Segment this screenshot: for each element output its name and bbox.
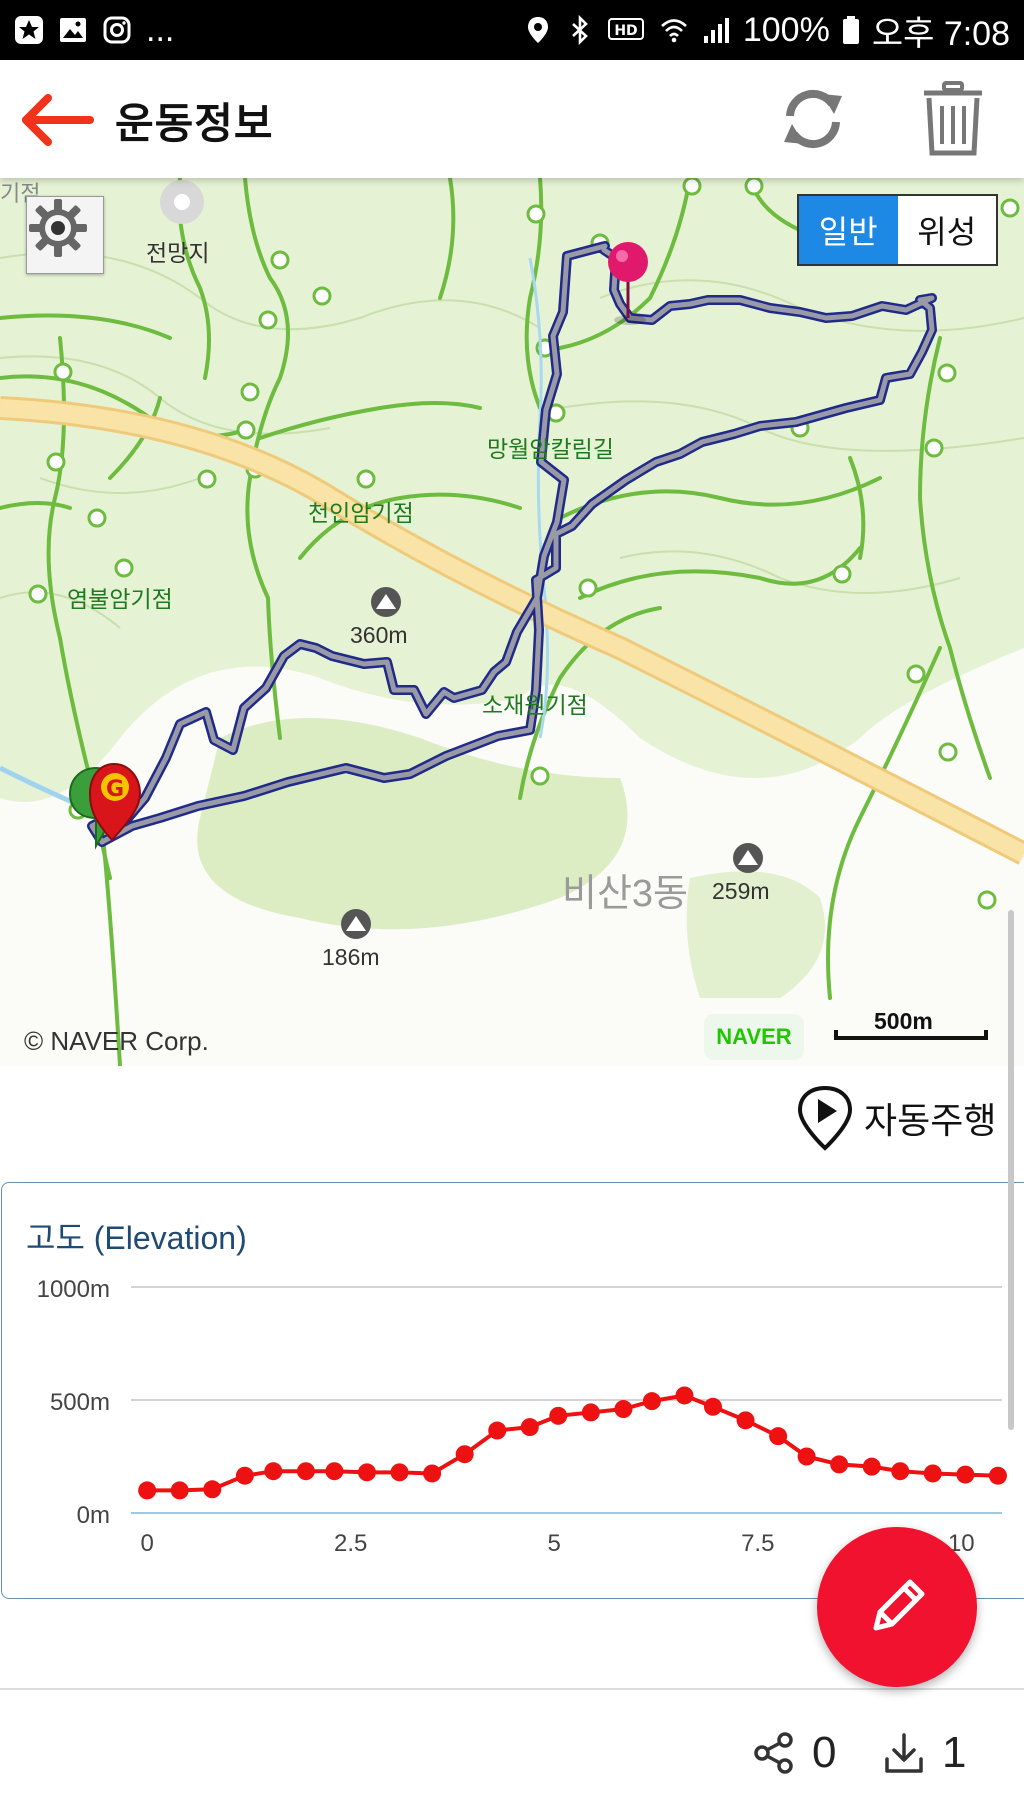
elevation-point xyxy=(769,1427,788,1446)
elevation-point xyxy=(830,1455,849,1474)
elevation-point xyxy=(675,1386,694,1405)
delete-button[interactable] xyxy=(920,80,986,158)
pencil-icon xyxy=(873,1579,925,1631)
elevation-point xyxy=(614,1400,633,1419)
gallery-notification-icon xyxy=(58,15,88,45)
battery-percent: 100% xyxy=(742,10,830,49)
location-icon xyxy=(523,15,553,45)
y-tick-label: 0m xyxy=(77,1502,110,1529)
star-notification-icon xyxy=(14,15,44,45)
map-label-sojae: 소재원기점 xyxy=(482,692,588,718)
elevation-point xyxy=(956,1465,975,1484)
more-notifications-text: ... xyxy=(146,10,175,49)
goal-marker-label: G xyxy=(106,777,124,802)
peak-360-icon xyxy=(371,587,401,617)
x-tick-label: 7.5 xyxy=(741,1530,774,1557)
peak-259-icon xyxy=(733,843,763,873)
elevation-point xyxy=(455,1445,474,1464)
peak-186-icon xyxy=(341,909,371,939)
download-count: 1 xyxy=(942,1728,967,1777)
x-tick-label: 2.5 xyxy=(334,1530,367,1557)
elevation-point xyxy=(138,1481,157,1500)
gear-icon xyxy=(29,199,87,257)
map-label-peak-360: 360m xyxy=(350,622,408,648)
arrow-left-icon xyxy=(22,94,94,146)
bottom-divider xyxy=(0,1688,1024,1690)
elevation-point xyxy=(703,1397,722,1416)
elevation-point xyxy=(488,1421,507,1440)
instagram-notification-icon xyxy=(102,15,132,45)
map-label-bisan: 비산3동 xyxy=(562,873,689,915)
elevation-point xyxy=(549,1406,568,1425)
auto-drive-label: 자동주행 xyxy=(864,1101,997,1142)
map-label-yeombul: 염불암기점 xyxy=(67,586,173,612)
elevation-point xyxy=(390,1463,409,1482)
elevation-point xyxy=(325,1462,344,1481)
map-scale-line xyxy=(834,1030,988,1040)
elevation-point xyxy=(736,1411,755,1430)
play-pin-icon xyxy=(797,1085,853,1151)
elevation-point xyxy=(923,1464,942,1483)
map-copyright: © NAVER Corp. xyxy=(24,1026,209,1056)
map-label-peak-186: 186m xyxy=(322,944,380,970)
x-tick-label: 5 xyxy=(548,1530,561,1557)
back-button[interactable] xyxy=(18,92,94,148)
auto-drive-button[interactable]: 자동주행 xyxy=(796,1085,996,1151)
elevation-point xyxy=(264,1462,283,1481)
elevation-point xyxy=(891,1462,910,1481)
map-label-viewpoint: 전망지 xyxy=(146,240,210,266)
elevation-point xyxy=(797,1447,816,1466)
bluetooth-icon xyxy=(565,15,595,45)
map-type-toggle: 일반 위성 xyxy=(797,194,998,266)
map-settings-button[interactable] xyxy=(26,196,104,274)
map-label-peak-259: 259m xyxy=(712,878,770,904)
hd-label: HD xyxy=(614,23,637,39)
hd-voice-icon: HD xyxy=(607,15,647,45)
status-bar: ... HD 100% 오후 7:08 xyxy=(0,0,1024,60)
map-type-normal[interactable]: 일반 xyxy=(799,196,898,264)
clock: 오후 7:08 xyxy=(871,14,1010,53)
elevation-point xyxy=(988,1466,1007,1485)
edit-fab-button[interactable] xyxy=(817,1527,977,1687)
wifi-icon xyxy=(659,15,689,45)
elevation-point xyxy=(170,1481,189,1500)
elevation-point xyxy=(423,1464,442,1483)
x-tick-label: 0 xyxy=(140,1530,153,1557)
share-icon xyxy=(754,1732,793,1774)
download-icon xyxy=(885,1733,923,1773)
download-button[interactable]: 1 xyxy=(882,1728,966,1778)
elevation-point xyxy=(296,1462,315,1481)
page-title: 운동정보 xyxy=(115,99,274,148)
share-count: 0 xyxy=(812,1728,837,1777)
elevation-point xyxy=(642,1392,661,1411)
app-bar: 운동정보 xyxy=(0,60,1024,178)
elevation-point xyxy=(520,1418,539,1437)
naver-logo: NAVER xyxy=(704,1014,804,1060)
battery-icon xyxy=(842,15,860,45)
map-canvas: G xyxy=(0,178,1024,1066)
map-scale: 500m xyxy=(834,1004,994,1046)
refresh-button[interactable] xyxy=(776,86,850,152)
share-button[interactable]: 0 xyxy=(752,1728,836,1778)
elevation-point xyxy=(581,1403,600,1422)
route-map[interactable]: G 기점 전망지 망월암칼림길 천인암기점 염불암기점 360m 소재원기점 비… xyxy=(0,178,1024,1066)
elevation-point xyxy=(203,1480,222,1499)
refresh-icon xyxy=(784,89,842,149)
map-label-cheonin: 천인암기점 xyxy=(308,500,414,526)
elevation-point xyxy=(235,1466,254,1485)
signal-icon xyxy=(701,15,731,45)
trash-icon xyxy=(924,81,982,156)
scroll-indicator xyxy=(1008,910,1014,1430)
map-type-satellite[interactable]: 위성 xyxy=(898,196,997,264)
elevation-point xyxy=(357,1463,376,1482)
map-label-mangwol: 망월암칼림길 xyxy=(487,436,614,462)
y-tick-label: 500m xyxy=(50,1389,110,1416)
y-tick-label: 1000m xyxy=(37,1276,110,1303)
elevation-point xyxy=(862,1457,881,1476)
